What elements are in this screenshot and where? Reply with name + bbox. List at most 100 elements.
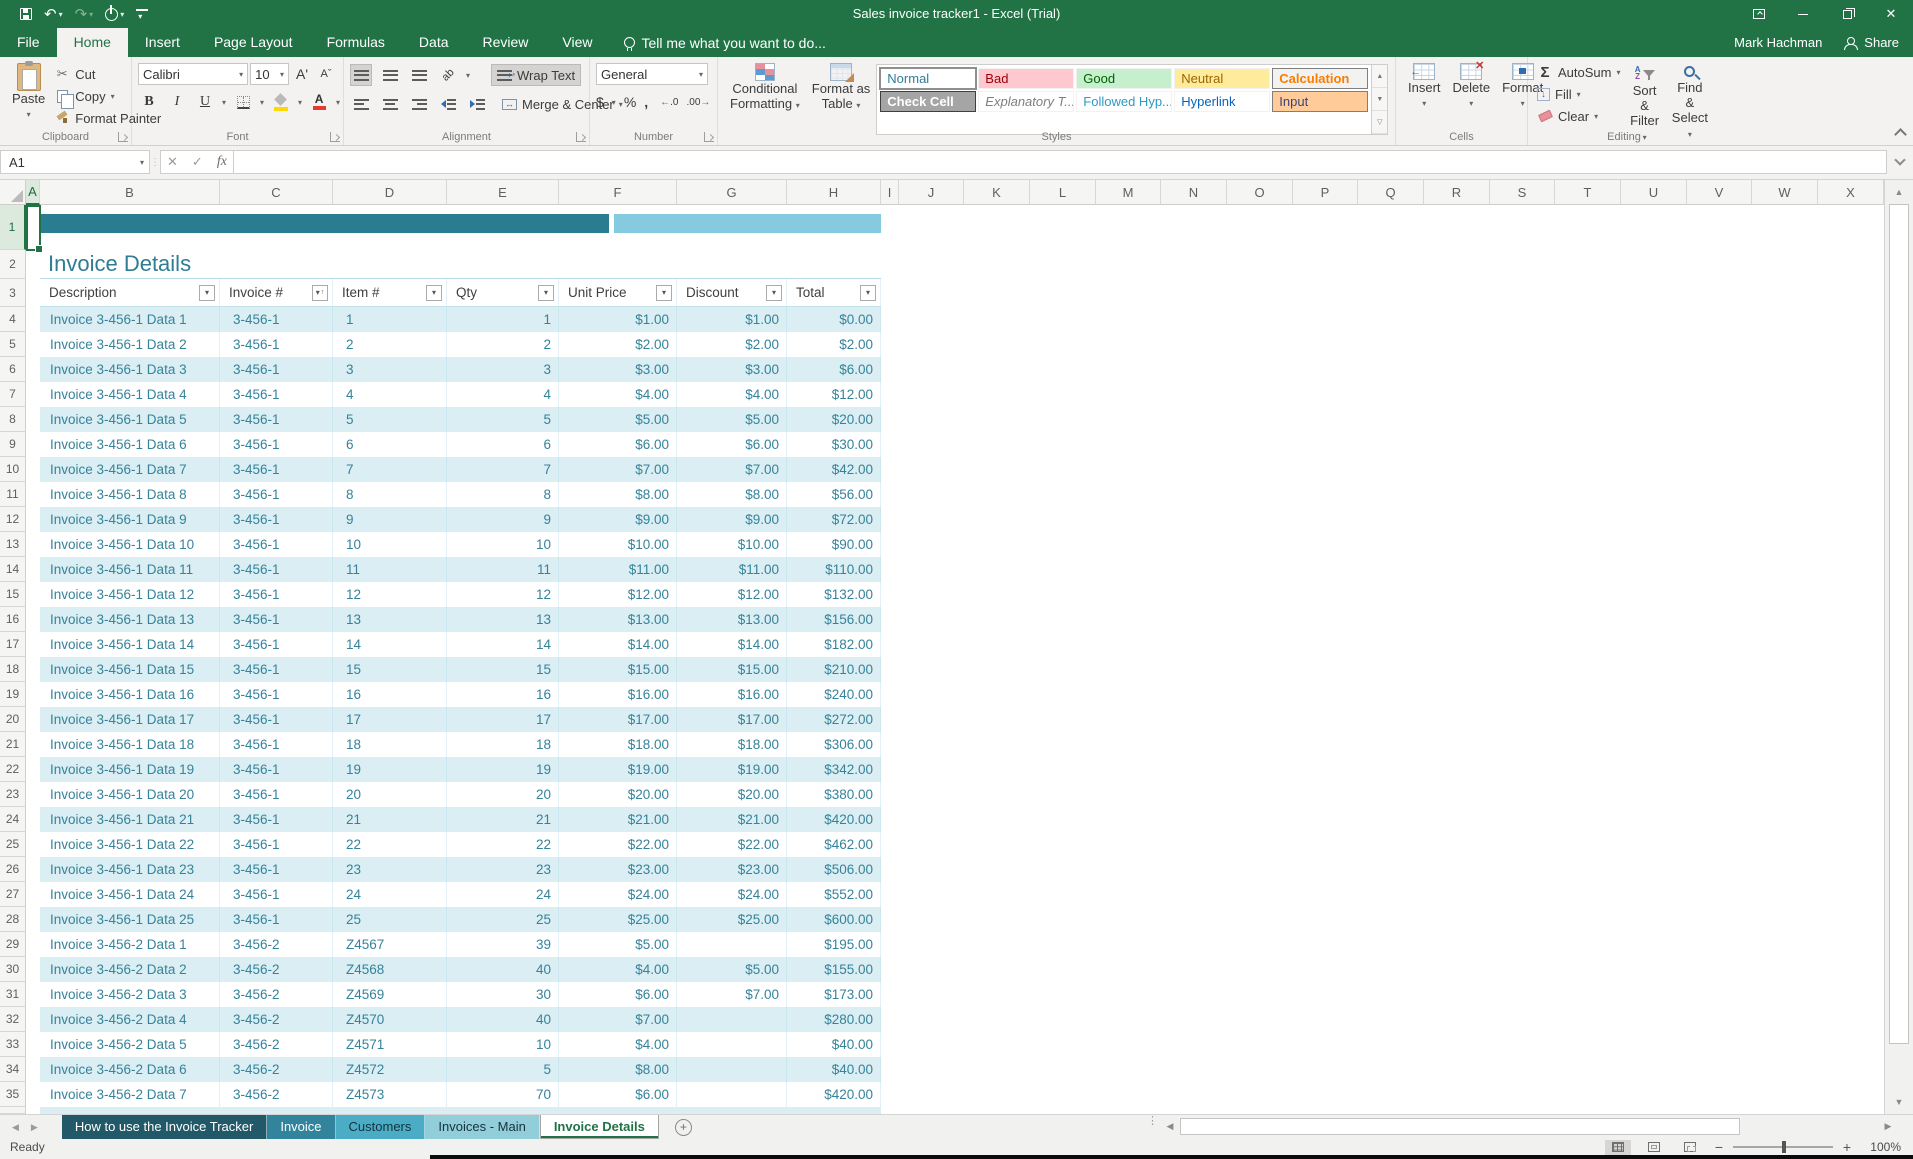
formula-input[interactable] <box>234 150 1887 174</box>
table-cell[interactable]: Invoice 3-456-2 Data 2 <box>40 957 220 982</box>
save-button[interactable] <box>16 8 36 20</box>
font-size-select[interactable]: 10▾ <box>250 63 289 85</box>
table-cell[interactable]: $2.00 <box>787 332 881 357</box>
table-cell[interactable]: 10 <box>447 532 559 557</box>
table-cell[interactable]: $15.00 <box>559 657 677 682</box>
row-header-24[interactable]: 24 <box>0 807 26 832</box>
table-cell[interactable]: 3-456-1 <box>220 607 333 632</box>
table-cell[interactable]: 3-456-1 <box>220 857 333 882</box>
table-row-5[interactable]: Invoice 3-456-1 Data 53-456-155$5.00$5.0… <box>40 407 881 432</box>
table-cell[interactable]: 20 <box>333 782 447 807</box>
table-cell[interactable]: $5.00 <box>559 407 677 432</box>
minimize-button[interactable] <box>1781 0 1825 28</box>
cell-style-normal[interactable]: Normal <box>880 68 976 89</box>
expand-formula-bar-button[interactable] <box>1887 160 1913 164</box>
column-header-E[interactable]: E <box>447 180 559 205</box>
table-cell[interactable]: 3-456-2 <box>220 932 333 957</box>
table-cell[interactable]: Invoice 3-456-2 Data 7 <box>40 1082 220 1107</box>
menu-tab-data[interactable]: Data <box>402 28 466 57</box>
table-cell[interactable]: Invoice 3-456-1 Data 14 <box>40 632 220 657</box>
table-cell[interactable]: $9.00 <box>559 507 677 532</box>
table-cell[interactable]: 3-456-1 <box>220 582 333 607</box>
conditional-formatting-button[interactable]: ConditionalFormatting ▾ <box>724 60 806 116</box>
table-cell[interactable]: 3-456-1 <box>220 432 333 457</box>
table-cell[interactable]: Z4570 <box>333 1007 447 1032</box>
table-cell[interactable]: 7 <box>333 457 447 482</box>
table-cell[interactable] <box>677 1082 787 1107</box>
select-all-corner[interactable] <box>0 180 26 205</box>
column-header-D[interactable]: D <box>333 180 447 205</box>
underline-button[interactable]: U <box>194 91 216 113</box>
table-cell[interactable]: $272.00 <box>787 707 881 732</box>
table-cell[interactable]: $12.00 <box>787 382 881 407</box>
table-cell[interactable]: 3-456-1 <box>220 532 333 557</box>
table-cell[interactable]: Z4568 <box>333 957 447 982</box>
table-row-30[interactable]: Invoice 3-456-2 Data 53-456-2Z457110$4.0… <box>40 1032 881 1057</box>
table-cell[interactable]: 3-456-1 <box>220 707 333 732</box>
banner-bar-light[interactable] <box>614 214 881 233</box>
table-cell[interactable]: $110.00 <box>787 557 881 582</box>
align-right-button[interactable] <box>408 93 430 115</box>
table-cell[interactable]: $280.00 <box>787 1007 881 1032</box>
column-header-P[interactable]: P <box>1293 180 1358 205</box>
sheet-tab-invoices-main[interactable]: Invoices - Main <box>425 1115 539 1139</box>
cell-style-followed-hyp[interactable]: Followed Hyp... <box>1076 91 1172 112</box>
table-cell[interactable]: $7.00 <box>559 457 677 482</box>
table-cell[interactable]: 3 <box>447 357 559 382</box>
table-cell[interactable]: $173.00 <box>787 982 881 1007</box>
table-cell[interactable]: 17 <box>333 707 447 732</box>
sheet-tab-invoice[interactable]: Invoice <box>267 1115 335 1139</box>
table-cell[interactable]: 5 <box>447 407 559 432</box>
table-cell[interactable]: 2 <box>333 332 447 357</box>
column-header-U[interactable]: U <box>1621 180 1687 205</box>
table-cell[interactable]: Z4572 <box>333 1057 447 1082</box>
percent-style-button[interactable]: % <box>624 94 636 110</box>
table-cell[interactable]: $23.00 <box>559 857 677 882</box>
table-cell[interactable]: $6.00 <box>787 357 881 382</box>
table-cell[interactable]: $4.00 <box>559 1032 677 1057</box>
table-header-invoice[interactable]: Invoice #▾↑ <box>220 279 333 306</box>
active-cell-selection[interactable] <box>26 205 41 251</box>
collapse-ribbon-button[interactable] <box>1894 128 1907 141</box>
menu-tab-view[interactable]: View <box>545 28 609 57</box>
row-header-2[interactable]: 2 <box>0 250 26 279</box>
table-cell[interactable]: $4.00 <box>677 382 787 407</box>
table-cell[interactable]: 23 <box>333 857 447 882</box>
filter-button-discount[interactable]: ▾ <box>766 285 782 301</box>
table-cell[interactable]: 20 <box>447 782 559 807</box>
next-sheet-icon[interactable]: ▶ <box>31 1122 38 1133</box>
table-cell[interactable]: $4.00 <box>559 382 677 407</box>
table-row-1[interactable]: Invoice 3-456-1 Data 13-456-111$1.00$1.0… <box>40 307 881 332</box>
column-header-N[interactable]: N <box>1161 180 1227 205</box>
table-cell[interactable] <box>677 1032 787 1057</box>
row-header-18[interactable]: 18 <box>0 657 26 682</box>
table-cell[interactable]: 11 <box>333 557 447 582</box>
menu-tab-file[interactable]: File <box>0 28 57 57</box>
filter-button-unit-price[interactable]: ▾ <box>656 285 672 301</box>
row-header-9[interactable]: 9 <box>0 432 26 457</box>
table-row-32[interactable]: Invoice 3-456-2 Data 73-456-2Z457370$6.0… <box>40 1082 881 1107</box>
row-header-10[interactable]: 10 <box>0 457 26 482</box>
table-cell[interactable]: $8.00 <box>559 1057 677 1082</box>
table-cell[interactable]: $2.00 <box>677 332 787 357</box>
table-row-31[interactable]: Invoice 3-456-2 Data 63-456-2Z45725$8.00… <box>40 1057 881 1082</box>
table-cell[interactable]: $22.00 <box>677 832 787 857</box>
filter-button-total[interactable]: ▾ <box>860 285 876 301</box>
ribbon-display-options-button[interactable] <box>1737 0 1781 28</box>
table-cell[interactable]: $8.00 <box>677 482 787 507</box>
scroll-up-icon[interactable]: ▲ <box>1890 183 1908 201</box>
table-cell[interactable]: $11.00 <box>559 557 677 582</box>
touch-mode-dropdown-icon[interactable]: ▾ <box>120 7 124 22</box>
increase-indent-button[interactable] <box>466 93 488 115</box>
table-header-qty[interactable]: Qty▾ <box>447 279 559 306</box>
table-cell[interactable]: 12 <box>333 582 447 607</box>
table-cell[interactable]: 3-456-1 <box>220 832 333 857</box>
menu-tab-review[interactable]: Review <box>466 28 546 57</box>
table-row-10[interactable]: Invoice 3-456-1 Data 103-456-11010$10.00… <box>40 532 881 557</box>
insert-cells-button[interactable]: ← Insert▾ <box>1402 60 1447 114</box>
table-cell[interactable]: Invoice 3-456-1 Data 8 <box>40 482 220 507</box>
middle-align-button[interactable] <box>379 64 401 86</box>
horizontal-scrollbar[interactable]: ◀ ▶ <box>1162 1117 1896 1136</box>
page-layout-view-button[interactable] <box>1641 1140 1667 1155</box>
table-cell[interactable]: $18.00 <box>677 732 787 757</box>
